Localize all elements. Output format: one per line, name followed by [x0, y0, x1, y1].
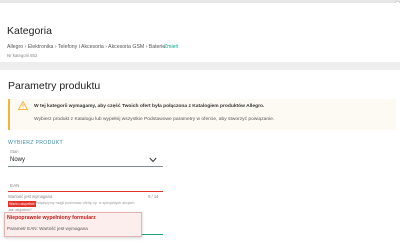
recommended-description: Zwiększymy mogli promować ofertę np. w s…: [35, 201, 136, 205]
notice-accent-bar: [8, 99, 10, 130]
category-card: [0, 3, 400, 62]
parameters-title: Parametry produktu: [8, 80, 101, 92]
state-select[interactable]: [8, 153, 163, 167]
ean-placeholder: EAN: [10, 183, 20, 188]
category-title: Kategoria: [7, 25, 52, 37]
ean-error-message: Wartość jest wymagana: [8, 194, 53, 199]
notice-text: Wybierz produkt z Katalogu lub wypełnij …: [34, 117, 275, 122]
recommended-badge: Warto uzupełnić: [8, 201, 36, 207]
toast-title: Niepoprawnie wypełniony formularz: [7, 215, 96, 221]
chevron-down-icon[interactable]: [149, 157, 157, 163]
change-category-link[interactable]: Zmień: [164, 44, 178, 50]
state-value: Nowy: [10, 157, 26, 163]
ean-input[interactable]: [8, 176, 163, 192]
category-id: Nr kategorii 552: [7, 53, 38, 58]
toast-message: Parametr EAN: Wartość jest wymagana: [7, 226, 88, 231]
notice-heading: W tej kategorii wymagamy, aby część Twoi…: [34, 104, 265, 109]
category-path: Allegro › Elektronika › Telefony i Akces…: [7, 44, 166, 50]
choose-product-label: WYBIERZ PRODUKT: [8, 140, 63, 146]
warning-icon: [18, 101, 28, 110]
state-legend: Stan: [10, 149, 19, 154]
ean-char-counter: 0 / 14: [148, 194, 159, 199]
